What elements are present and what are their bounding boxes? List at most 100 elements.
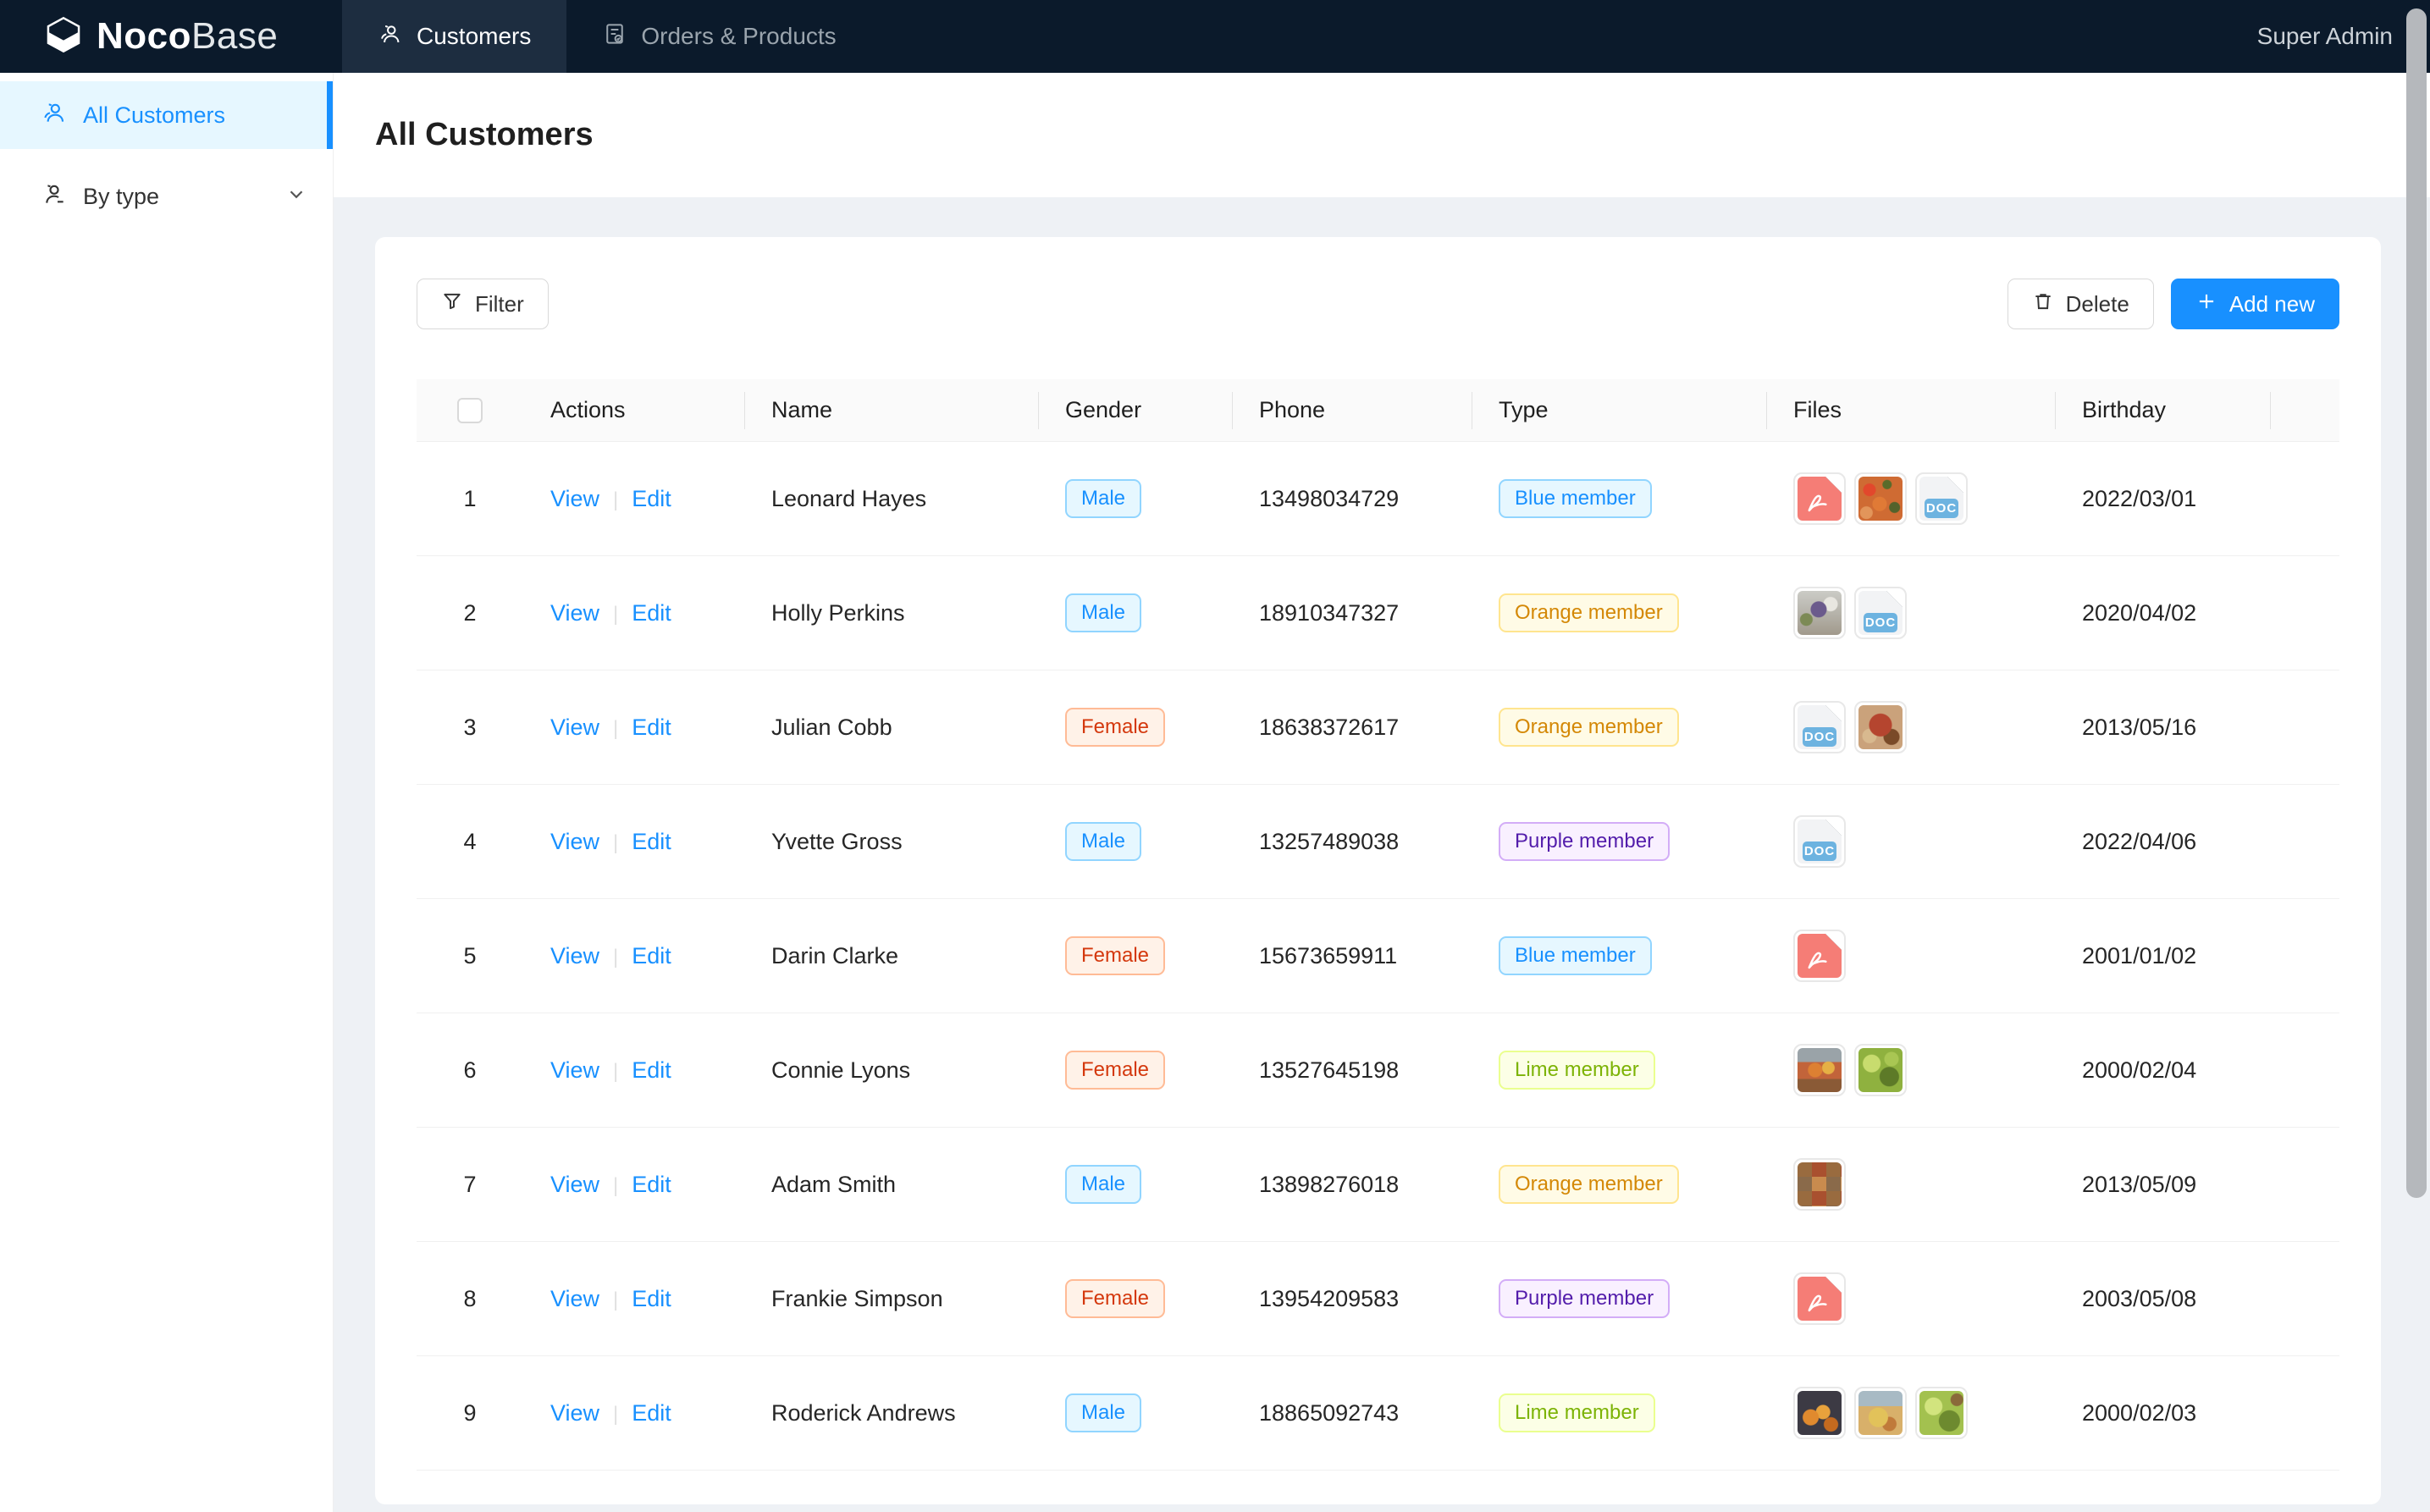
birthday-cell: 2000/02/04	[2055, 1013, 2270, 1128]
action-divider: |	[613, 488, 618, 511]
edit-link[interactable]: Edit	[632, 1400, 671, 1426]
user-menu[interactable]: Super Admin	[2257, 23, 2430, 50]
select-all-checkbox[interactable]	[457, 398, 483, 423]
edit-link[interactable]: Edit	[632, 715, 671, 740]
edit-link[interactable]: Edit	[632, 1286, 671, 1311]
edit-link[interactable]: Edit	[632, 829, 671, 854]
phone-cell: 13257489038	[1232, 785, 1472, 899]
vertical-scrollbar[interactable]	[2406, 8, 2427, 1198]
sidebar-item-label: All Customers	[83, 102, 225, 129]
tab-orders-products[interactable]: Orders & Products	[566, 0, 871, 73]
actions-cell: View|Edit	[523, 1128, 744, 1242]
file-thumb-image-lettuce[interactable]	[1854, 1044, 1907, 1096]
type-cell: Lime member	[1472, 1013, 1766, 1128]
column-header-phone: Phone	[1232, 379, 1472, 442]
tab-customers[interactable]: Customers	[342, 0, 566, 73]
table-row: 6 View|Edit Connie Lyons Female 13527645…	[417, 1013, 2339, 1128]
edit-link[interactable]: Edit	[632, 600, 671, 626]
tab-label: Customers	[417, 23, 531, 50]
file-thumb-image-food-collage[interactable]	[1793, 1158, 1846, 1211]
view-link[interactable]: View	[550, 943, 599, 968]
view-link[interactable]: View	[550, 1400, 599, 1426]
file-thumb-pdf-icon[interactable]	[1793, 1272, 1846, 1325]
extra-cell	[2270, 785, 2339, 899]
name-cell: Roderick Andrews	[744, 1356, 1038, 1471]
add-new-button[interactable]: Add new	[2171, 279, 2339, 329]
view-link[interactable]: View	[550, 715, 599, 740]
files-cell: DOC	[1766, 442, 2055, 556]
table-row: 3 View|Edit Julian Cobb Female 186383726…	[417, 670, 2339, 785]
file-thumb-image-dish[interactable]	[1854, 701, 1907, 753]
delete-button[interactable]: Delete	[2008, 279, 2154, 329]
edit-link[interactable]: Edit	[632, 486, 671, 511]
type-cell: Purple member	[1472, 785, 1766, 899]
extra-cell	[2270, 899, 2339, 1013]
files-cell: DOC	[1766, 556, 2055, 670]
type-tag: Orange member	[1499, 1165, 1679, 1204]
view-link[interactable]: View	[550, 486, 599, 511]
type-tag: Blue member	[1499, 479, 1652, 518]
file-thumb-doc-icon[interactable]: DOC	[1793, 815, 1846, 868]
name-cell: Yvette Gross	[744, 785, 1038, 899]
table-row: 2 View|Edit Holly Perkins Male 189103473…	[417, 556, 2339, 670]
view-link[interactable]: View	[550, 1286, 599, 1311]
row-index: 3	[417, 670, 523, 785]
view-link[interactable]: View	[550, 600, 599, 626]
type-tag: Blue member	[1499, 936, 1652, 975]
file-thumb-image-tomatoes[interactable]	[1854, 472, 1907, 525]
name-cell: Holly Perkins	[744, 556, 1038, 670]
view-link[interactable]: View	[550, 829, 599, 854]
name-cell: Leonard Hayes	[744, 442, 1038, 556]
gender-tag: Male	[1065, 479, 1141, 518]
row-index: 2	[417, 556, 523, 670]
table-row: 5 View|Edit Darin Clarke Female 15673659…	[417, 899, 2339, 1013]
tab-label: Orders & Products	[641, 23, 836, 50]
edit-link[interactable]: Edit	[632, 1057, 671, 1083]
file-thumb-image-tomatoes-ground[interactable]	[1793, 1044, 1846, 1096]
file-thumb-doc-icon[interactable]: DOC	[1854, 587, 1907, 639]
type-tag: Orange member	[1499, 593, 1679, 632]
filter-button[interactable]: Filter	[417, 279, 549, 329]
logo-text: NocoBase	[97, 15, 278, 58]
file-thumb-image-oranges-dark[interactable]	[1793, 1387, 1846, 1439]
gender-tag: Male	[1065, 593, 1141, 632]
nocobase-logo-icon	[44, 15, 83, 58]
sidebar-item-all-customers[interactable]: All Customers	[0, 81, 333, 149]
content-area: Filter Delete	[334, 197, 2430, 1504]
table-row: 9 View|Edit Roderick Andrews Male 188650…	[417, 1356, 2339, 1471]
file-thumb-pdf-icon[interactable]	[1793, 930, 1846, 982]
page-header: All Customers	[334, 73, 2430, 197]
actions-cell: View|Edit	[523, 1356, 744, 1471]
type-cell: Orange member	[1472, 670, 1766, 785]
gender-tag: Female	[1065, 936, 1165, 975]
actions-cell: View|Edit	[523, 1013, 744, 1128]
birthday-cell: 2000/02/03	[2055, 1356, 2270, 1471]
files-cell	[1766, 1356, 2055, 1471]
view-link[interactable]: View	[550, 1172, 599, 1197]
file-thumb-pdf-icon[interactable]	[1793, 472, 1846, 525]
file-thumb-doc-icon[interactable]: DOC	[1793, 701, 1846, 753]
file-thumb-image-market-grapes[interactable]	[1793, 587, 1846, 639]
file-thumb-image-bananas[interactable]	[1854, 1387, 1907, 1439]
column-header-extra	[2270, 379, 2339, 442]
actions-cell: View | Edit	[523, 442, 744, 556]
file-thumb-doc-icon[interactable]: DOC	[1915, 472, 1968, 525]
name-cell: Connie Lyons	[744, 1013, 1038, 1128]
users-icon	[41, 99, 68, 132]
edit-link[interactable]: Edit	[632, 1172, 671, 1197]
edit-link[interactable]: Edit	[632, 943, 671, 968]
file-thumb-image-green-grapes[interactable]	[1915, 1387, 1968, 1439]
birthday-cell: 2020/04/02	[2055, 556, 2270, 670]
column-header-select	[417, 379, 523, 442]
table-row: 1 View|Edit Leonard Hayes Male 134980347…	[417, 442, 2339, 556]
sidebar-item-by-type[interactable]: By type	[0, 163, 333, 230]
row-index: 8	[417, 1242, 523, 1356]
gender-tag: Male	[1065, 822, 1141, 861]
actions-cell: View|Edit	[523, 785, 744, 899]
customers-table: Actions Name Gender Phone Type Files Bir…	[417, 379, 2339, 1471]
view-link[interactable]: View	[550, 1057, 599, 1083]
nocobase-logo: NocoBase	[0, 15, 342, 58]
type-cell: Orange member	[1472, 1128, 1766, 1242]
phone-cell: 13527645198	[1232, 1013, 1472, 1128]
type-tag: Purple member	[1499, 822, 1670, 861]
